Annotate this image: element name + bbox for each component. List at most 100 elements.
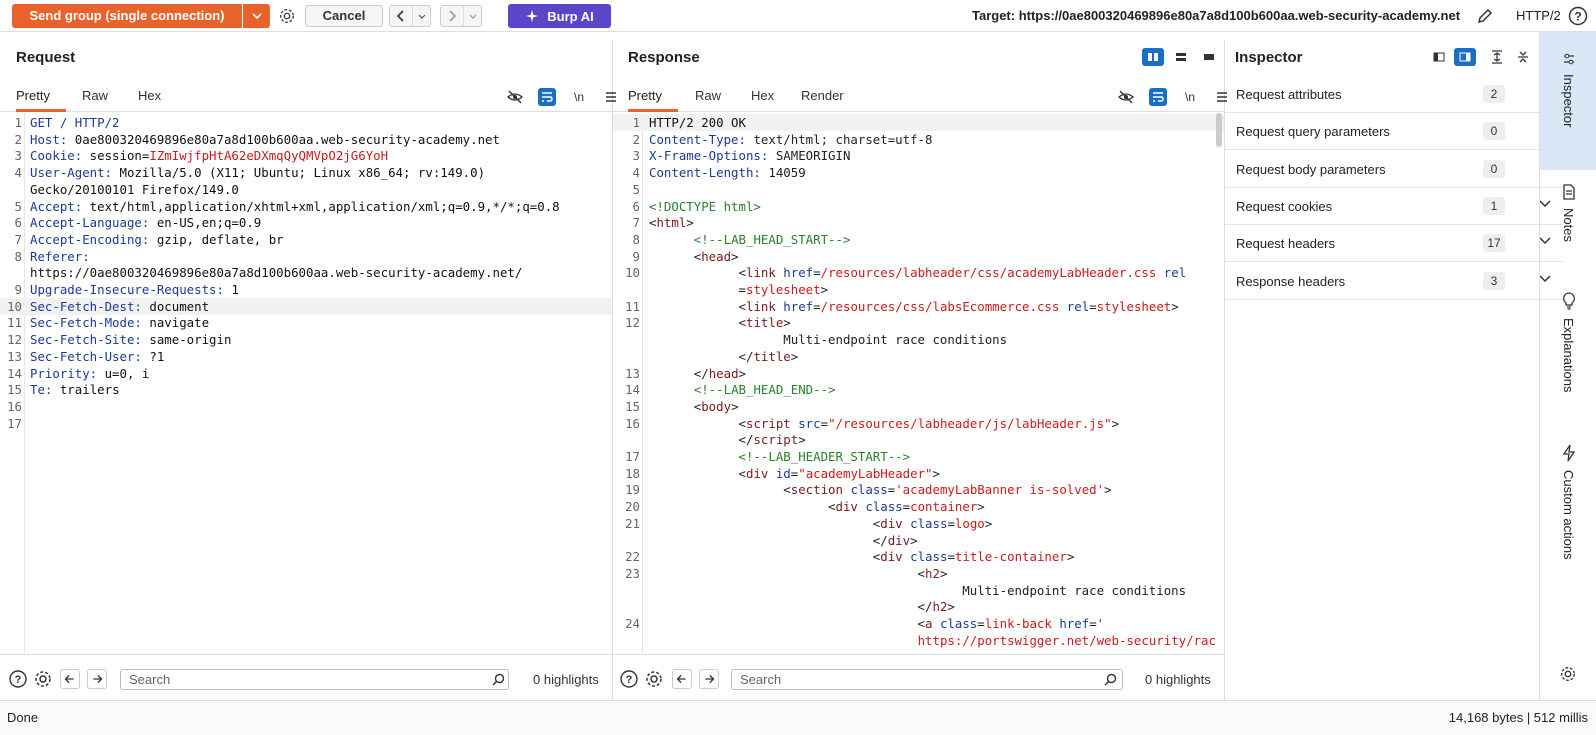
arrow-left-icon[interactable]: [60, 669, 80, 689]
response-line: 24 <a class=link-back href=': [613, 615, 1224, 632]
response-line: 13 </head>: [613, 365, 1224, 382]
response-tabs: Pretty Raw Hex Render \n: [613, 80, 1227, 112]
tab-raw[interactable]: Raw: [695, 80, 721, 112]
inspector-section[interactable]: Request headers 17: [1225, 225, 1563, 263]
gear-icon[interactable]: [278, 7, 296, 25]
tab-raw[interactable]: Raw: [82, 80, 108, 112]
tab-pretty[interactable]: Pretty: [16, 80, 66, 112]
line-text: GET / HTTP/2: [30, 115, 120, 130]
pencil-icon[interactable]: [1475, 6, 1495, 26]
line-text: Priority: u=0, i: [30, 365, 150, 381]
gear-icon[interactable]: [1559, 665, 1577, 683]
response-panel: Response Pretty Raw Hex Render \n 1 HTTP/…: [613, 40, 1227, 700]
line-number: 15: [7, 382, 22, 398]
request-search-input[interactable]: Search: [120, 669, 509, 690]
cancel-button[interactable]: Cancel: [305, 5, 383, 27]
inspector-section[interactable]: Response headers 3: [1225, 263, 1563, 300]
response-line: </h2>: [613, 598, 1224, 615]
layout-single-icon[interactable]: [1198, 48, 1220, 66]
eye-off-icon[interactable]: [1117, 88, 1135, 106]
layout-rows-icon[interactable]: [1170, 48, 1192, 66]
line-text: Sec-Fetch-Mode: navigate: [30, 315, 210, 331]
newline-toggle[interactable]: \n: [1181, 88, 1199, 106]
gear-icon[interactable]: [644, 669, 664, 689]
line-text: </h2>: [649, 599, 955, 615]
line-text: <body>: [649, 398, 739, 414]
eye-off-icon[interactable]: [506, 88, 524, 106]
response-search-input[interactable]: Search: [731, 669, 1123, 690]
line-number: 9: [632, 248, 640, 264]
line-number: 1: [14, 115, 22, 130]
request-line: 7 Accept-Encoding: gzip, deflate, br: [0, 231, 612, 248]
sidebar-tab-notes[interactable]: Notes: [1540, 182, 1596, 282]
protocol-label[interactable]: HTTP/2: [1516, 8, 1561, 23]
request-line: 4 User-Agent: Mozilla/5.0 (X11; Ubuntu; L…: [0, 164, 612, 181]
history-forward-button[interactable]: [441, 6, 463, 26]
line-text: Accept: text/html,application/xhtml+xml,…: [30, 198, 560, 214]
right-sidebar: Inspector Notes Explanations Custom acti…: [1539, 32, 1596, 700]
inspector-section[interactable]: Request attributes 2: [1225, 76, 1563, 113]
inspector-section-label: Request body parameters: [1236, 161, 1386, 177]
request-panel: Request Pretty Raw Hex \n 1 GET / HTTP/2 2…: [0, 40, 616, 700]
response-line: 9 <head>: [613, 248, 1224, 265]
rows-icon: [1176, 53, 1186, 61]
send-group-button[interactable]: Send group (single connection): [12, 4, 242, 28]
line-text: Multi-endpoint race conditions: [649, 582, 1187, 598]
request-search-bar: ? Search 0 highlights: [0, 654, 612, 700]
line-text: </title>: [649, 348, 799, 364]
tab-hex[interactable]: Hex: [138, 80, 161, 112]
inspector-layout-right-icon[interactable]: [1454, 48, 1476, 66]
wrap-lines-icon[interactable]: [1149, 88, 1167, 106]
request-highlights-count: 0 highlights: [533, 672, 599, 687]
sidebar-tab-inspector[interactable]: Inspector: [1540, 32, 1596, 170]
main-toolbar: Send group (single connection) Cancel Bu…: [0, 0, 1596, 32]
arrow-left-icon[interactable]: [672, 669, 692, 689]
inspector-section[interactable]: Request cookies 1: [1225, 188, 1563, 225]
inspector-section[interactable]: Request query parameters 0: [1225, 113, 1563, 151]
line-number: 13: [625, 365, 640, 381]
response-line: 22 <div class=title-container>: [613, 548, 1224, 565]
sparkle-icon: [526, 10, 539, 22]
response-line: 7 <html>: [613, 214, 1224, 231]
collapse-all-icon[interactable]: [1516, 50, 1530, 64]
sidebar-tab-custom-actions[interactable]: Custom actions: [1540, 442, 1596, 592]
line-number: 2: [632, 131, 640, 147]
burp-ai-label: Burp AI: [547, 8, 594, 24]
request-tabs: Pretty Raw Hex \n: [0, 80, 616, 112]
response-scrollbar[interactable]: [1216, 113, 1222, 147]
help-icon[interactable]: ?: [1568, 6, 1588, 26]
history-forward-dropdown[interactable]: [463, 6, 481, 26]
svg-text:?: ?: [626, 674, 633, 686]
inspector-section[interactable]: Request body parameters 0: [1225, 151, 1563, 188]
history-forward-group: [440, 5, 482, 27]
request-editor[interactable]: 1 GET / HTTP/2 2 Host: 0ae800320469896e80a7…: [0, 113, 612, 653]
response-line: https://portswigger.net/web-security/rac: [613, 632, 1224, 649]
line-number: 16: [625, 415, 640, 431]
help-icon[interactable]: ?: [8, 669, 28, 689]
tab-render[interactable]: Render: [801, 80, 844, 112]
newline-toggle[interactable]: \n: [570, 88, 588, 106]
chevron-down-icon: [251, 13, 262, 19]
send-options-dropdown[interactable]: [242, 4, 270, 28]
wrap-lines-icon[interactable]: [538, 88, 556, 106]
target-label: Target: https://0ae800320469896e80a7a8d1…: [972, 8, 1461, 23]
history-back-button[interactable]: [390, 6, 412, 26]
gear-icon[interactable]: [33, 669, 53, 689]
expand-all-icon[interactable]: [1490, 50, 1504, 64]
tab-hex[interactable]: Hex: [751, 80, 774, 112]
request-title: Request: [16, 49, 76, 66]
line-text: Sec-Fetch-User: ?1: [30, 348, 165, 364]
arrow-right-icon[interactable]: [87, 669, 107, 689]
history-back-dropdown[interactable]: [412, 6, 430, 26]
request-line: 14 Priority: u=0, i: [0, 365, 612, 382]
line-number: 15: [625, 398, 640, 414]
layout-split-icon[interactable]: [1142, 48, 1164, 66]
response-editor[interactable]: 1 HTTP/2 200 OK 2 Content-Type: text/html; …: [613, 113, 1224, 653]
tab-pretty[interactable]: Pretty: [628, 80, 678, 112]
inspector-layout-left-icon[interactable]: [1428, 48, 1450, 66]
line-text: <div class=logo>: [649, 515, 993, 531]
sidebar-tab-explanations[interactable]: Explanations: [1540, 290, 1596, 430]
burp-ai-button[interactable]: Burp AI: [508, 4, 611, 28]
arrow-right-icon[interactable]: [699, 669, 719, 689]
help-icon[interactable]: ?: [619, 669, 639, 689]
